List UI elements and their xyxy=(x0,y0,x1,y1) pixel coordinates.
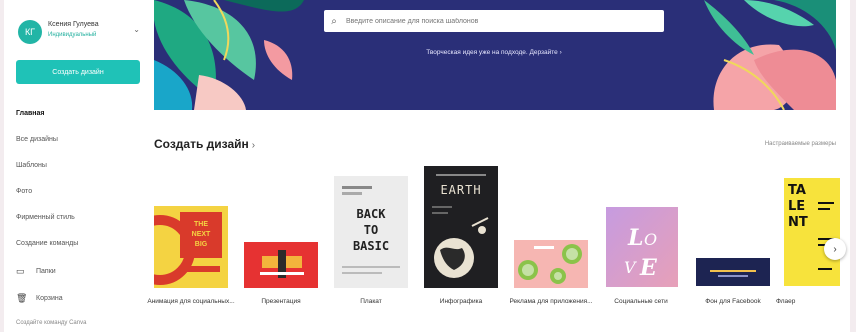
sidebar-item-label: Корзина xyxy=(36,294,63,302)
section-title[interactable]: Создать дизайн › xyxy=(154,137,255,151)
card-art: L O V E xyxy=(606,207,678,287)
sidebar-footer: Создайте команду Canva xyxy=(16,320,87,326)
template-card-poster[interactable]: BACK TO BASIC xyxy=(334,176,408,288)
template-card-label: Социальные сети xyxy=(614,298,668,305)
sidebar-item-label: Папки xyxy=(36,267,56,275)
card-art xyxy=(710,270,756,277)
template-card-animation[interactable]: THE NEXT BIG xyxy=(125,206,228,288)
sidebar-item-all-designs[interactable]: Все дизайны xyxy=(16,126,146,152)
carousel-next-button[interactable]: › xyxy=(824,238,846,260)
card-art xyxy=(518,244,582,284)
chevron-right-icon: › xyxy=(833,243,837,255)
create-design-button[interactable]: Создать дизайн xyxy=(16,60,140,84)
template-card-label: Презентация xyxy=(261,298,301,305)
svg-text:NEXT: NEXT xyxy=(192,231,211,238)
custom-dimensions-link[interactable]: Настраиваемые размеры xyxy=(765,141,836,147)
template-card-label: Фон для Facebook xyxy=(705,298,761,305)
svg-text:TA: TA xyxy=(788,183,806,198)
template-card-presentation[interactable] xyxy=(244,242,318,288)
svg-text:E: E xyxy=(639,255,658,281)
template-card-infographic[interactable]: EARTH xyxy=(424,166,498,288)
svg-text:V: V xyxy=(624,258,637,277)
card-art: TA LE NT xyxy=(788,183,834,270)
template-card-label: Анимация для социальных... xyxy=(147,298,235,305)
svg-text:TO: TO xyxy=(364,223,378,237)
template-card-label: Флаер xyxy=(776,298,796,305)
template-card-label: Реклама для приложения... xyxy=(509,298,593,305)
app-window: КГ Ксения Гулуева Индивидуальный ⌄ Созда… xyxy=(4,0,850,332)
search-input[interactable] xyxy=(344,16,648,26)
sidebar-item-trash[interactable]: 🗑 Корзина xyxy=(16,289,146,307)
svg-text:O: O xyxy=(644,230,657,249)
svg-text:L: L xyxy=(627,225,643,251)
template-card-label: Инфографика xyxy=(439,298,483,305)
svg-text:BACK: BACK xyxy=(357,207,387,221)
search-icon: ⌕ xyxy=(331,15,337,27)
sidebar-item-templates[interactable]: Шаблоны xyxy=(16,152,146,178)
svg-text:THE: THE xyxy=(194,221,208,228)
avatar: КГ xyxy=(18,20,42,44)
trash-icon: 🗑 xyxy=(16,292,28,303)
card-art: THE NEXT BIG xyxy=(125,212,222,285)
sidebar: КГ Ксения Гулуева Индивидуальный ⌄ Созда… xyxy=(4,0,150,332)
template-card-facebook-cover[interactable] xyxy=(696,258,770,286)
card-art: EARTH xyxy=(432,174,489,278)
folder-icon: ▭ xyxy=(16,265,25,276)
section-title-text: Создать дизайн xyxy=(154,137,249,151)
account-switcher[interactable]: КГ Ксения Гулуева Индивидуальный ⌄ xyxy=(18,18,142,48)
sidebar-nav: Главная Все дизайны Шаблоны Фото Фирменн… xyxy=(16,100,146,256)
sidebar-item-folders[interactable]: ▭ Папки xyxy=(16,262,146,280)
card-art: BACK TO BASIC xyxy=(334,176,408,288)
chevron-right-icon: › xyxy=(251,140,256,151)
hero-banner: ⌕ Творческая идея уже на подходе. Дерзай… xyxy=(154,0,836,110)
template-card-label: Плакат xyxy=(360,298,382,305)
svg-text:NT: NT xyxy=(788,215,808,230)
svg-text:EARTH: EARTH xyxy=(440,183,481,197)
template-card-social[interactable]: L O V E xyxy=(606,207,678,287)
search-bar[interactable]: ⌕ xyxy=(324,10,664,32)
svg-text:BIG: BIG xyxy=(195,241,208,248)
svg-text:LE: LE xyxy=(788,199,805,214)
account-name: Ксения Гулуева xyxy=(48,21,99,28)
template-card-app-ad[interactable] xyxy=(514,240,588,288)
account-subtitle: Индивидуальный xyxy=(48,32,97,38)
sidebar-item-home[interactable]: Главная xyxy=(16,100,146,126)
sidebar-item-create-team[interactable]: Создание команды xyxy=(16,230,146,256)
template-card-flyer[interactable]: TA LE NT xyxy=(784,178,840,286)
svg-text:BASIC: BASIC xyxy=(353,239,389,253)
sidebar-item-photos[interactable]: Фото xyxy=(16,178,146,204)
card-art xyxy=(260,250,304,278)
banner-link[interactable]: Творческая идея уже на подходе. Дерзайте… xyxy=(324,49,664,56)
sidebar-item-brand-kit[interactable]: Фирменный стиль xyxy=(16,204,146,230)
chevron-down-icon: ⌄ xyxy=(133,25,140,34)
